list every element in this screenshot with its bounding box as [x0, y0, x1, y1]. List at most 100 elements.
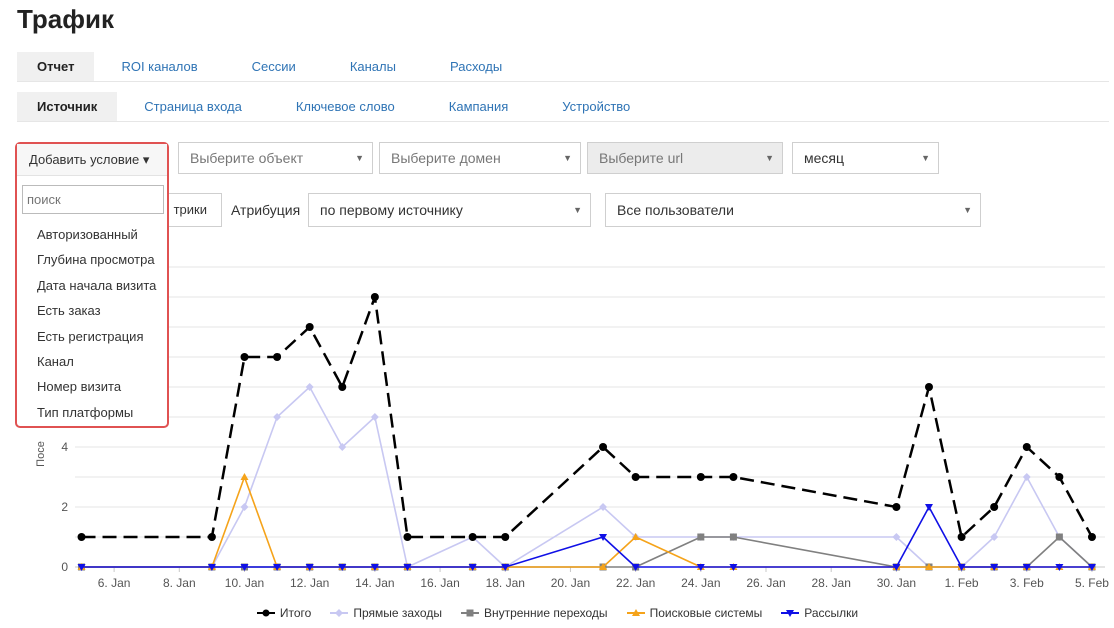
series-0-point: [240, 353, 249, 361]
x-tick-label: 24. Jan: [681, 576, 720, 590]
tab-channels[interactable]: Каналы: [323, 52, 423, 81]
condition-option-channel[interactable]: Канал: [17, 349, 167, 374]
condition-option-has-registration[interactable]: Есть регистрация: [17, 324, 167, 349]
x-tick-label: 3. Feb: [1010, 576, 1044, 590]
chevron-down-icon: ▼: [563, 153, 572, 163]
x-tick-label: 26. Jan: [746, 576, 785, 590]
attribution-label: Атрибуция: [231, 202, 301, 218]
chevron-down-icon: ▼: [765, 153, 774, 163]
series-0-point: [1022, 443, 1031, 451]
series-2-point: [1055, 533, 1063, 541]
series-3-line: [81, 476, 1092, 568]
legend-swatch-icon: [626, 609, 645, 616]
series-0-point: [631, 473, 640, 481]
legend-label: Прямые заходы: [353, 606, 442, 620]
legend-swatch-icon: [330, 609, 349, 617]
domain-select[interactable]: Выберите домен ▼: [379, 142, 581, 174]
condition-option-has-order[interactable]: Есть заказ: [17, 298, 167, 323]
series-0-point: [77, 533, 86, 541]
legend-swatch-icon: [460, 609, 479, 617]
series-0-point: [370, 293, 379, 301]
x-tick-label: 10. Jan: [225, 576, 264, 590]
object-select-value: Выберите объект: [190, 150, 304, 166]
legend-item[interactable]: Внутренние переходы: [460, 606, 608, 620]
series-0-point: [207, 533, 216, 541]
legend-item[interactable]: Прямые заходы: [329, 606, 442, 620]
tab-keyword[interactable]: Ключевое слово: [269, 92, 422, 121]
series-0-point: [924, 383, 933, 391]
condition-list: Авторизованный Глубина просмотра Дата на…: [17, 222, 167, 425]
chart-legend: Итого Прямые заходы Внутренние переходы Пои…: [0, 606, 1114, 620]
chevron-down-icon: ▼: [355, 153, 364, 163]
x-tick-label: 28. Jan: [812, 576, 851, 590]
series-0-point: [305, 323, 314, 331]
series-0-point: [338, 383, 347, 391]
object-select[interactable]: Выберите объект ▼: [178, 142, 373, 174]
period-select[interactable]: месяц ▼: [792, 142, 939, 174]
series-0-point: [957, 533, 966, 541]
series-0-point: [273, 353, 282, 361]
series-0-point: [501, 533, 510, 541]
y-tick-label: 2: [61, 500, 68, 514]
chevron-down-icon: ▼: [921, 153, 930, 163]
x-tick-label: 16. Jan: [420, 576, 459, 590]
condition-option-visit-number[interactable]: Номер визита: [17, 374, 167, 399]
tab-campaign[interactable]: Кампания: [422, 92, 536, 121]
legend-label: Итого: [279, 606, 312, 620]
series-0-point: [403, 533, 412, 541]
series-0-point: [1087, 533, 1096, 541]
legend-label: Рассылки: [804, 606, 859, 620]
series-0-point: [729, 473, 738, 481]
add-condition-dropdown: Добавить условие ▾ Авторизованный Глубин…: [15, 142, 169, 428]
y-tick-label: 0: [61, 560, 68, 574]
legend-item[interactable]: Итого: [256, 606, 311, 620]
chevron-down-icon: ▼: [963, 205, 972, 215]
x-tick-label: 6. Jan: [98, 576, 131, 590]
url-select: Выберите url ▼: [587, 142, 783, 174]
url-select-value: Выберите url: [599, 150, 684, 166]
series-0-point: [599, 443, 608, 451]
legend-swatch-icon: [781, 610, 800, 617]
x-tick-label: 30. Jan: [877, 576, 916, 590]
x-tick-label: 8. Jan: [163, 576, 196, 590]
tab-device[interactable]: Устройство: [535, 92, 657, 121]
metrics-button[interactable]: трики: [160, 193, 222, 227]
series-0-point: [696, 473, 705, 481]
domain-select-value: Выберите домен: [391, 150, 501, 166]
tab-roi-channels[interactable]: ROI каналов: [94, 52, 224, 81]
x-tick-label: 12. Jan: [290, 576, 329, 590]
chevron-down-icon: ▼: [573, 205, 582, 215]
tab-report[interactable]: Отчет: [17, 52, 95, 81]
x-tick-label: 1. Feb: [945, 576, 979, 590]
legend-item[interactable]: Поисковые системы: [626, 606, 762, 620]
condition-option-authorized[interactable]: Авторизованный: [17, 222, 167, 247]
dimension-tabs: Источник Страница входа Ключевое слово К…: [17, 92, 1109, 122]
y-axis-label: Посе: [35, 441, 47, 467]
users-select-value: Все пользователи: [617, 202, 734, 218]
series-0-point: [468, 533, 477, 541]
dropdown-search-input[interactable]: [22, 185, 164, 214]
period-select-value: месяц: [804, 150, 845, 166]
y-tick-label: 4: [61, 440, 68, 454]
main-tabs: Отчет ROI каналов Сессии Каналы Расходы: [17, 52, 1109, 82]
users-select[interactable]: Все пользователи ▼: [605, 193, 981, 227]
x-tick-label: 5. Feb: [1075, 576, 1109, 590]
condition-option-platform-type[interactable]: Тип платформы: [17, 400, 167, 425]
x-tick-label: 22. Jan: [616, 576, 655, 590]
series-0-point: [892, 503, 901, 511]
tab-source[interactable]: Источник: [17, 92, 118, 121]
page-title: Трафик: [17, 4, 114, 34]
series-1-point: [1022, 473, 1031, 481]
condition-option-visit-start-date[interactable]: Дата начала визита: [17, 273, 167, 298]
add-condition-button[interactable]: Добавить условие ▾: [17, 144, 167, 176]
x-tick-label: 14. Jan: [355, 576, 394, 590]
x-tick-label: 18. Jan: [486, 576, 525, 590]
condition-option-view-depth[interactable]: Глубина просмотра: [17, 247, 167, 272]
tab-expenses[interactable]: Расходы: [423, 52, 529, 81]
legend-swatch-icon: [256, 609, 275, 617]
legend-item[interactable]: Рассылки: [780, 606, 858, 620]
tab-sessions[interactable]: Сессии: [225, 52, 323, 81]
tab-landing-page[interactable]: Страница входа: [117, 92, 269, 121]
attribution-select[interactable]: по первому источнику ▼: [308, 193, 591, 227]
series-1-point: [240, 503, 249, 511]
